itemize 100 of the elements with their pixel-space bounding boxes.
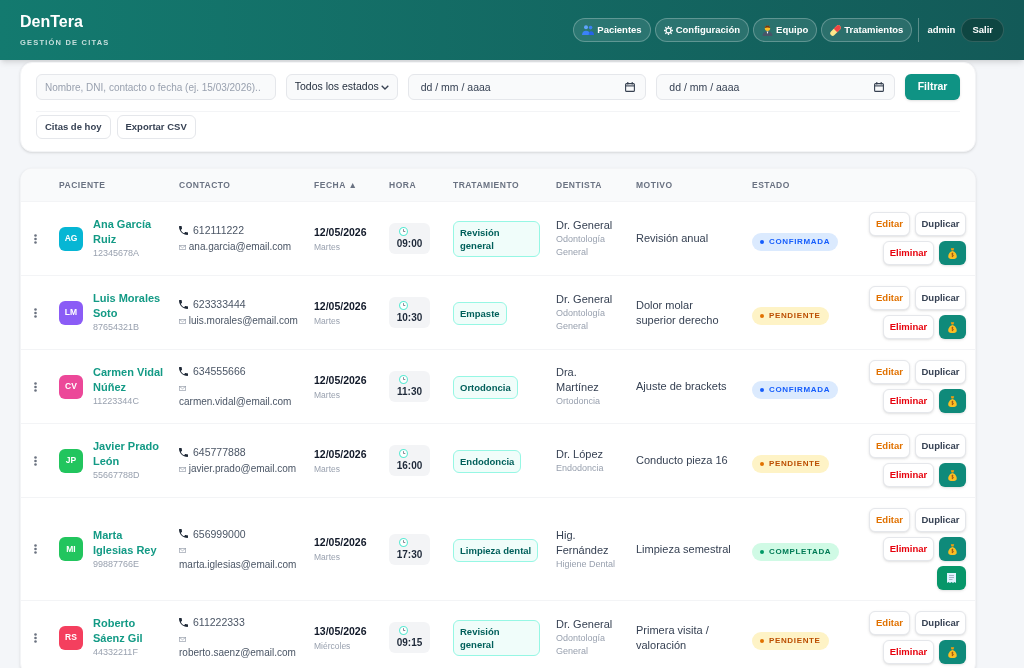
delete-button[interactable]: Eliminar: [883, 463, 934, 487]
duplicate-button[interactable]: Duplicar: [915, 286, 966, 310]
phone-number: 656999000: [193, 526, 246, 541]
phone-icon: [179, 447, 188, 457]
patient-name-link[interactable]: Javier Prado León: [93, 439, 165, 469]
visit-reason: Conducto pieza 16: [636, 453, 729, 468]
status-text: COMPLETADA: [769, 546, 832, 558]
edit-button[interactable]: Editar: [869, 360, 910, 384]
nav-button[interactable]: Configuración: [654, 18, 750, 42]
duplicate-button[interactable]: Duplicar: [915, 611, 966, 635]
weekday: Martes: [314, 388, 341, 401]
patient-dni: 44332211F: [93, 646, 139, 659]
logout-button[interactable]: Salir: [961, 18, 1004, 42]
edit-button[interactable]: Editar: [869, 434, 910, 458]
treatment-tag: Limpieza dental: [453, 538, 539, 562]
delete-button[interactable]: Eliminar: [883, 389, 934, 413]
status-text: PENDIENTE: [769, 309, 821, 322]
appointment-date: 12/05/2026: [314, 372, 368, 387]
invoice-button[interactable]: [937, 566, 966, 590]
mail-icon: [179, 466, 186, 472]
clock-icon: [399, 227, 408, 236]
patient-name-link[interactable]: Roberto Sáenz Gil: [93, 616, 165, 646]
app-title: DenTera: [20, 12, 84, 32]
visit-reason: Revisión anual: [636, 231, 710, 246]
status-select[interactable]: Todos los estados: [285, 74, 398, 100]
edit-button[interactable]: Editar: [869, 508, 910, 532]
edit-button[interactable]: Editar: [869, 611, 910, 635]
date-field[interactable]: dd / mm / aaaa: [656, 74, 896, 100]
delete-button[interactable]: Eliminar: [883, 640, 934, 664]
payment-button[interactable]: [939, 640, 966, 664]
dentist-specialty: Odontología General: [556, 307, 607, 333]
drag-handle-icon[interactable]: [33, 381, 37, 392]
mail-icon: [179, 548, 186, 554]
avatar: JP: [59, 448, 83, 473]
edit-button[interactable]: Editar: [869, 286, 910, 310]
edit-button[interactable]: Editar: [869, 212, 910, 236]
visit-reason: Limpieza semestral: [636, 541, 732, 557]
search-field[interactable]: Nombre, DNI, contacto o fecha (ej. 15/03/2026)..: [36, 74, 276, 100]
delete-button[interactable]: Eliminar: [883, 241, 934, 265]
payment-button[interactable]: [939, 389, 966, 413]
nav-button[interactable]: Tratamientos: [821, 18, 913, 42]
phone-icon: [179, 299, 188, 309]
patient-dni: 55667788D: [93, 469, 141, 482]
mail-icon: [179, 385, 186, 391]
dentist-name: Dr. General: [556, 617, 614, 632]
nav-button[interactable]: Equipo: [753, 18, 818, 42]
dentist-name: Hig. Fernández: [556, 527, 610, 558]
payment-button[interactable]: [939, 241, 966, 265]
patient-name-link[interactable]: Marta Iglesias Rey: [93, 527, 165, 558]
appointment-date: 13/05/2026: [314, 623, 368, 638]
payment-button[interactable]: [939, 463, 966, 487]
dentist-name: Dra. Martínez: [556, 365, 600, 395]
patient-name-link[interactable]: Ana García Ruiz: [93, 217, 165, 247]
clock-icon: [399, 301, 408, 310]
status-text: PENDIENTE: [769, 634, 821, 647]
time-text: 09:15: [396, 637, 423, 649]
email-address: carmen.vidal@email.com: [179, 395, 292, 409]
phone-number: 634555666: [193, 364, 246, 378]
email-address: ana.garcia@email.com: [188, 240, 292, 254]
status-text: PENDIENTE: [769, 457, 821, 470]
email-address: roberto.saenz@email.com: [179, 646, 296, 660]
duplicate-button[interactable]: Duplicar: [915, 212, 966, 236]
date-field[interactable]: dd / mm / aaaa: [407, 74, 647, 100]
clock-icon: [399, 626, 408, 635]
dentist-name: Dr. General: [556, 218, 614, 233]
phone-icon: [179, 529, 188, 538]
duplicate-button[interactable]: Duplicar: [915, 360, 966, 384]
patient-name-link[interactable]: Luis Morales Soto: [93, 291, 165, 321]
duplicate-button[interactable]: Duplicar: [915, 508, 966, 532]
delete-button[interactable]: Eliminar: [883, 315, 934, 339]
drag-handle-icon[interactable]: [33, 455, 37, 466]
column-header: HORA: [388, 178, 418, 192]
payment-button[interactable]: [939, 537, 966, 561]
drag-handle-icon[interactable]: [33, 632, 37, 643]
drag-handle-icon[interactable]: [33, 233, 37, 244]
weekday: Martes: [314, 314, 341, 327]
column-header: MOTIVO: [635, 178, 674, 192]
calendar-icon[interactable]: [625, 82, 636, 92]
calendar-icon[interactable]: [874, 82, 885, 92]
mail-icon: [179, 318, 186, 324]
clock-icon: [399, 449, 408, 458]
nav-button[interactable]: Pacientes: [573, 18, 651, 42]
patient-dni: 87654321B: [93, 321, 141, 334]
drag-handle-icon[interactable]: [33, 307, 37, 318]
payment-button[interactable]: [939, 315, 966, 339]
patient-name-link[interactable]: Carmen Vidal Núñez: [93, 365, 165, 395]
phone-icon: [179, 617, 188, 627]
money-bag-icon: [948, 321, 957, 333]
duplicate-button[interactable]: Duplicar: [915, 434, 966, 458]
column-header: ESTADO: [751, 178, 791, 192]
phone-number: 645777888: [193, 445, 246, 459]
time-text: 09:00: [396, 238, 423, 250]
drag-handle-icon[interactable]: [33, 544, 37, 554]
filter-button[interactable]: Filtrar: [905, 74, 960, 100]
delete-button[interactable]: Eliminar: [883, 537, 934, 561]
quick-filter-button[interactable]: Exportar CSV: [116, 115, 196, 139]
money-bag-icon: [948, 646, 957, 658]
avatar: CV: [59, 374, 83, 399]
patient-dni: 11223344C: [93, 395, 140, 408]
quick-filter-button[interactable]: Citas de hoy: [36, 115, 111, 139]
